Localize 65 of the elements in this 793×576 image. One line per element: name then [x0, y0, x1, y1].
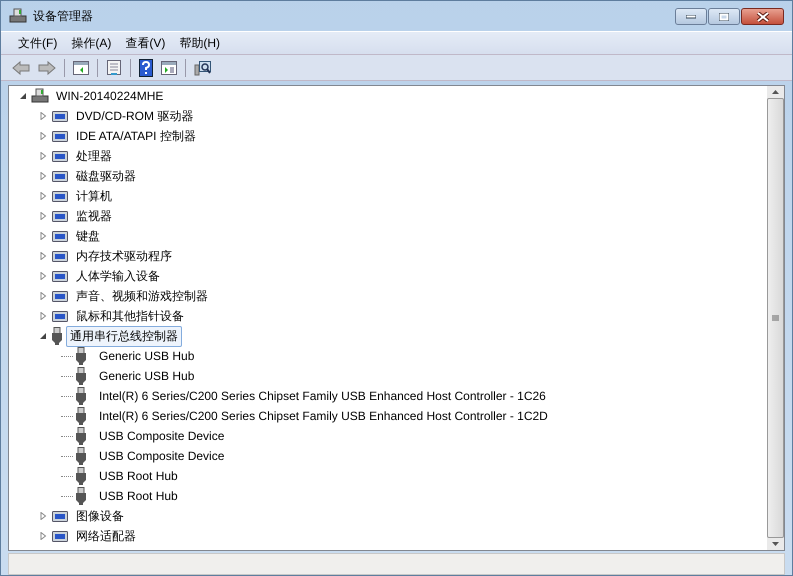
device-icon — [51, 108, 69, 124]
usb-plug-icon — [75, 447, 87, 465]
tree-item[interactable]: Generic USB Hub — [95, 367, 198, 385]
tree-item[interactable]: 磁盘驱动器 — [72, 166, 140, 186]
tree-item[interactable]: IDE ATA/ATAPI 控制器 — [72, 126, 200, 146]
computer-icon — [31, 88, 49, 104]
device-icon — [51, 168, 69, 184]
tree-item[interactable]: 人体学输入设备 — [72, 266, 164, 286]
tree-item[interactable]: 图像设备 — [72, 506, 128, 526]
device-icon — [51, 188, 69, 204]
maximize-icon — [719, 12, 729, 20]
scroll-down-icon[interactable] — [772, 542, 779, 546]
device-icon — [51, 288, 69, 304]
usb-plug-icon — [75, 367, 87, 385]
usb-plug-icon — [51, 327, 63, 345]
close-icon — [756, 12, 770, 22]
device-icon — [51, 228, 69, 244]
usb-plug-icon — [75, 347, 87, 365]
tree-item[interactable]: WIN-20140224MHE — [52, 87, 168, 105]
menu-item[interactable]: 查看(V) — [118, 34, 172, 52]
device-icon — [51, 308, 69, 324]
device-icon — [51, 508, 69, 524]
tree-item[interactable]: 声音、视频和游戏控制器 — [72, 286, 212, 306]
tree-item[interactable]: 键盘 — [72, 226, 104, 246]
tree-item[interactable]: USB Root Hub — [95, 467, 182, 485]
computer-icon — [9, 8, 27, 24]
window-title: 设备管理器 — [33, 8, 93, 24]
tree-item[interactable]: Intel(R) 6 Series/C200 Series Chipset Family USB Enhanced Host Controller - 1C2D — [95, 407, 552, 425]
action-pane-button[interactable] — [158, 60, 180, 76]
device-icon — [51, 128, 69, 144]
scroll-up-icon[interactable] — [772, 90, 779, 94]
tree-item[interactable]: 计算机 — [72, 186, 116, 206]
usb-plug-icon — [75, 407, 87, 425]
show-tree-button[interactable] — [70, 60, 92, 76]
tree-item[interactable]: 处理器 — [72, 146, 116, 166]
tree-item[interactable]: USB Root Hub — [95, 487, 182, 505]
menu-item[interactable]: 帮助(H) — [172, 34, 227, 52]
minimize-icon — [686, 14, 696, 18]
tree-item[interactable]: 鼠标和其他指针设备 — [72, 306, 188, 326]
close-button[interactable] — [741, 8, 784, 25]
device-icon — [51, 268, 69, 284]
tree-item[interactable]: 内存技术驱动程序 — [72, 246, 176, 266]
minimize-button[interactable] — [675, 8, 707, 25]
device-icon — [51, 148, 69, 164]
tree-item[interactable]: Generic USB Hub — [95, 347, 198, 365]
usb-plug-icon — [75, 387, 87, 405]
help-button[interactable] — [136, 58, 156, 78]
tree-item[interactable]: 通用串行总线控制器 — [66, 326, 182, 346]
device-icon — [51, 208, 69, 224]
device-icon — [51, 248, 69, 264]
tree-item[interactable]: DVD/CD-ROM 驱动器 — [72, 106, 198, 126]
tree-item[interactable]: 监视器 — [72, 206, 116, 226]
usb-plug-icon — [75, 467, 87, 485]
tree-item[interactable]: Intel(R) 6 Series/C200 Series Chipset Family USB Enhanced Host Controller - 1C26 — [95, 387, 550, 405]
menu-item[interactable]: 文件(F) — [11, 34, 64, 52]
maximize-button[interactable] — [708, 8, 740, 25]
tree-item[interactable]: 网络适配器 — [72, 526, 140, 546]
expander-icon[interactable] — [39, 332, 47, 340]
tree-item[interactable]: USB Composite Device — [95, 427, 228, 445]
usb-plug-icon — [75, 427, 87, 445]
expander-icon[interactable] — [19, 92, 27, 100]
device-icon — [51, 528, 69, 544]
tree-item[interactable]: USB Composite Device — [95, 447, 228, 465]
menu-item[interactable]: 操作(A) — [64, 34, 118, 52]
usb-plug-icon — [75, 487, 87, 505]
